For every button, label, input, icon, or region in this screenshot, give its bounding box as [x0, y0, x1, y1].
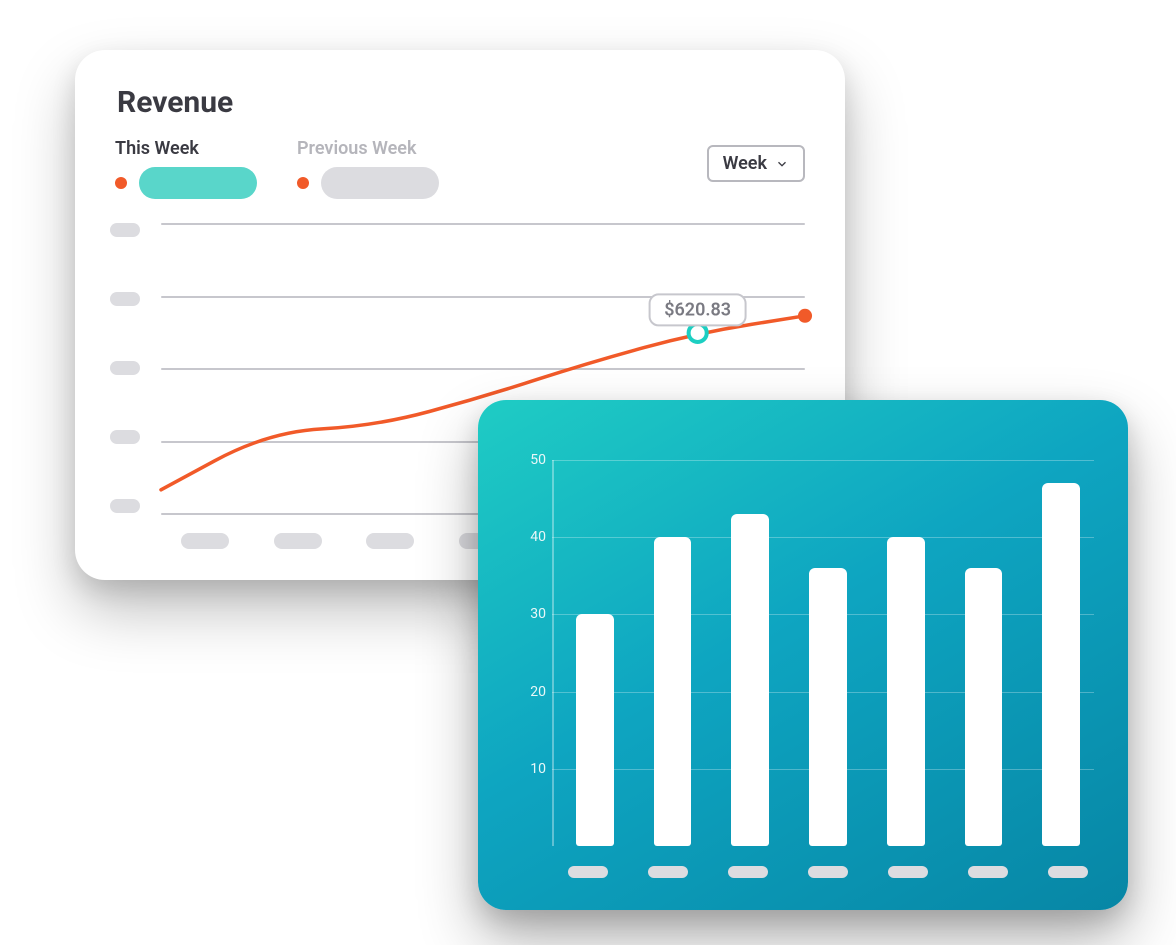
grid-line [552, 614, 1094, 615]
x-tick-placeholder [808, 866, 848, 878]
x-tick-placeholder [366, 533, 414, 549]
x-tick-placeholder [1048, 866, 1088, 878]
bar-plot-area: 1020304050 [502, 460, 1104, 886]
chevron-down-icon [775, 157, 789, 171]
legend-label: Previous Week [297, 138, 439, 159]
legend-this-week[interactable]: This Week [115, 138, 257, 199]
y-tick-placeholder [110, 361, 140, 375]
grid-line [552, 692, 1094, 693]
bar[interactable] [965, 568, 1003, 846]
y-tick-placeholder [110, 292, 140, 306]
highlight-marker[interactable] [689, 324, 707, 342]
y-tick-label: 10 [502, 761, 546, 777]
legend-pill [139, 167, 257, 199]
y-tick-label: 50 [502, 452, 546, 468]
y-tick-label: 20 [502, 684, 546, 700]
legend-group: This Week Previous Week [115, 138, 439, 199]
legend-previous-week[interactable]: Previous Week [297, 138, 439, 199]
x-tick-placeholder [274, 533, 322, 549]
x-tick-placeholder [181, 533, 229, 549]
card-title: Revenue [117, 85, 805, 120]
y-tick-placeholder [110, 223, 140, 237]
tooltip-value: $620.83 [664, 299, 731, 320]
dot-icon [115, 177, 127, 189]
bar[interactable] [731, 514, 769, 846]
revenue-controls: This Week Previous Week Week [115, 138, 805, 199]
grid-line [552, 537, 1094, 538]
legend-label: This Week [115, 138, 257, 159]
period-select[interactable]: Week [707, 145, 805, 182]
y-tick-placeholder [110, 499, 140, 513]
x-tick-placeholder [648, 866, 688, 878]
x-tick-placeholder [968, 866, 1008, 878]
legend-pill [321, 167, 439, 199]
bar-chart-card: 10 20 30 40 50 [478, 400, 1128, 910]
x-axis-placeholders [562, 866, 1094, 878]
y-tick-label: 40 [502, 529, 546, 545]
y-axis-placeholders [110, 223, 150, 513]
tooltip-badge: $620.83 [648, 293, 747, 326]
line-end-point [798, 309, 812, 323]
period-select-label: Week [723, 153, 767, 174]
x-tick-placeholder [568, 866, 608, 878]
grid-line [552, 460, 1094, 461]
bar[interactable] [576, 614, 614, 846]
legend-swatch-row [297, 167, 439, 199]
dot-icon [297, 177, 309, 189]
y-tick-label: 30 [502, 606, 546, 622]
y-axis-line [552, 460, 554, 846]
legend-swatch-row [115, 167, 257, 199]
x-tick-placeholder [888, 866, 928, 878]
x-tick-placeholder [728, 866, 768, 878]
grid-line [552, 769, 1094, 770]
bar[interactable] [809, 568, 847, 846]
y-tick-placeholder [110, 430, 140, 444]
bars-container [562, 460, 1094, 846]
